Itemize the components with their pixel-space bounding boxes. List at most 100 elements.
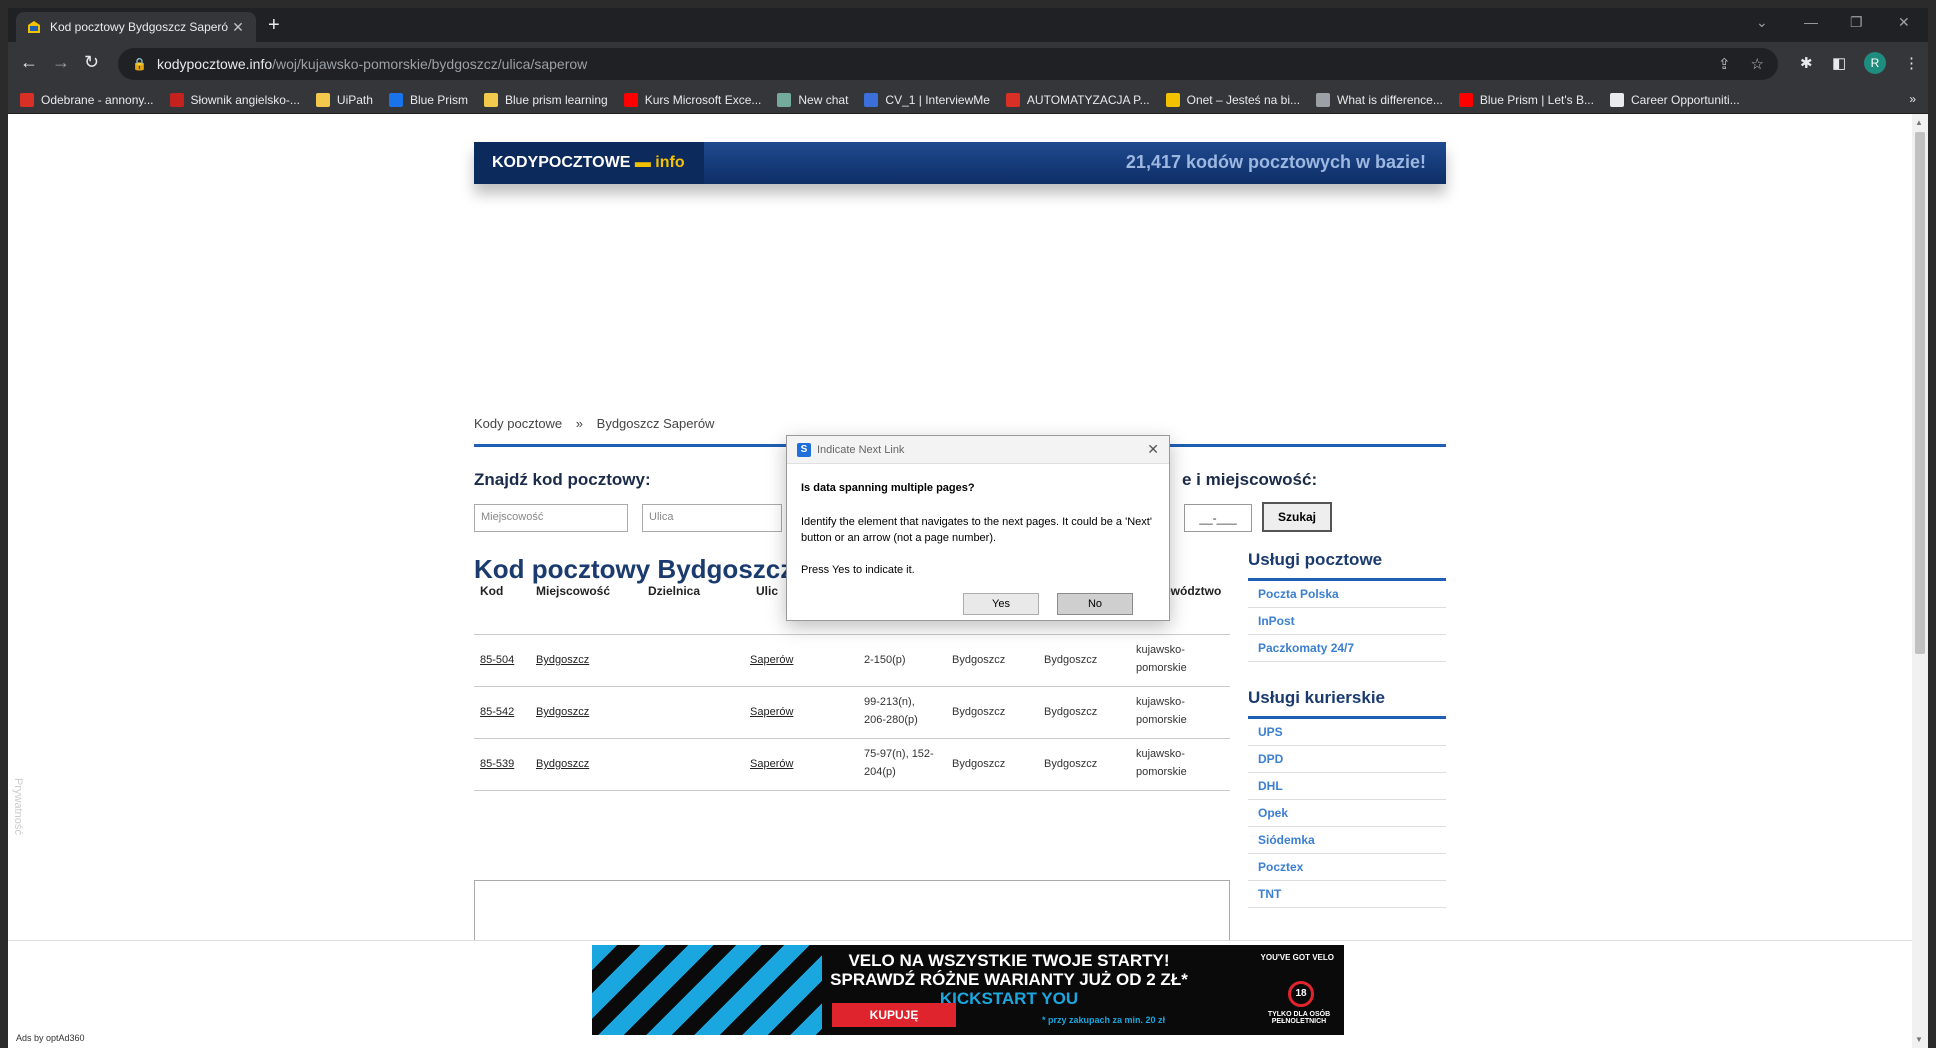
bookmark-label: Career Opportuniti...	[1630, 92, 1740, 107]
site-logo[interactable]: KODYPOCZTOWE ▬ info	[474, 142, 704, 184]
ad-headline: VELO NA WSZYSTKIE TWOJE STARTY! SPRAWDŹ …	[830, 951, 1188, 989]
cell-ulica[interactable]: Saperów	[750, 651, 793, 669]
ad-credit[interactable]: Ads by optAd360	[16, 1033, 85, 1043]
postal-link[interactable]: Poczta Polska	[1248, 581, 1446, 608]
sticky-ad: VELO NA WSZYSTKIE TWOJE STARTY! SPRAWDŹ …	[8, 940, 1912, 1048]
cell-ulica[interactable]: Saperów	[750, 755, 793, 773]
bookmark-favicon-icon	[777, 92, 792, 107]
velo-ad-banner[interactable]: VELO NA WSZYSTKIE TWOJE STARTY! SPRAWDŹ …	[592, 945, 1344, 1035]
ad-stripes	[592, 945, 822, 1035]
cell-powiat: Bydgoszcz	[1044, 654, 1098, 666]
bookmarks-more-icon[interactable]: »	[1909, 92, 1916, 106]
bookmark-label: Słownik angielsko-...	[190, 92, 300, 107]
bookmark-item[interactable]: AUTOMATYZACJA P...	[1005, 92, 1150, 107]
courier-services: Usługi kurierskie UPS DPD DHL Opek Sióde…	[1248, 688, 1446, 908]
column-header-wojewodztwo: ewództwo	[1164, 584, 1222, 598]
tab-close-icon[interactable]: ✕	[230, 19, 246, 36]
courier-link[interactable]: TNT	[1248, 881, 1446, 908]
search-button[interactable]: Szukaj	[1262, 502, 1332, 532]
active-tab[interactable]: Kod pocztowy Bydgoszcz Saperó ✕	[16, 12, 256, 42]
breadcrumb-home[interactable]: Kody pocztowe	[474, 416, 562, 431]
bookmark-item[interactable]: Blue prism learning	[483, 92, 608, 107]
postal-link[interactable]: InPost	[1248, 608, 1446, 635]
cell-kod[interactable]: 85-542	[480, 703, 514, 721]
side-panel-icon[interactable]: ◧	[1832, 54, 1846, 72]
bookmark-label: Odebrane - annony...	[41, 92, 154, 107]
street-input[interactable]: Ulica	[642, 504, 782, 532]
bookmark-item[interactable]: Słownik angielsko-...	[169, 92, 300, 107]
window-close-icon[interactable]: ✕	[1898, 14, 1910, 31]
bookmark-item[interactable]: UiPath	[315, 92, 373, 107]
cell-numery: 2-150(p)	[864, 654, 906, 666]
extensions-icon[interactable]: ✱	[1800, 54, 1813, 72]
courier-link[interactable]: Opek	[1248, 800, 1446, 827]
bookmark-item[interactable]: Onet – Jesteś na bi...	[1165, 92, 1301, 107]
courier-link[interactable]: Pocztex	[1248, 854, 1446, 881]
postal-link[interactable]: Paczkomaty 24/7	[1248, 635, 1446, 662]
cell-kod[interactable]: 85-504	[480, 651, 514, 669]
profile-avatar[interactable]: R	[1864, 52, 1886, 74]
restore-icon[interactable]: ❐	[1850, 14, 1863, 31]
share-icon[interactable]: ⇪	[1718, 55, 1731, 73]
back-icon[interactable]: ←	[20, 52, 38, 73]
minimize-icon[interactable]: —	[1804, 14, 1818, 30]
postcode-input[interactable]: __-___	[1184, 504, 1252, 532]
bookmark-favicon-icon	[315, 92, 330, 107]
menu-icon[interactable]: ⋮	[1904, 54, 1919, 72]
bookmark-label: UiPath	[336, 92, 373, 107]
breadcrumb-separator: »	[575, 416, 584, 431]
bookmark-item[interactable]: What is difference...	[1316, 92, 1443, 107]
cell-miejscowosc[interactable]: Bydgoszcz	[536, 755, 589, 773]
cell-miejscowosc[interactable]: Bydgoszcz	[536, 703, 589, 721]
page-title: Kod pocztowy Bydgoszcz	[474, 554, 794, 584]
new-tab-button[interactable]: +	[268, 14, 280, 37]
bookmark-item[interactable]: New chat	[777, 92, 848, 107]
table-row: 85-504 Bydgoszcz Saperów 2-150(p) Bydgos…	[474, 634, 1230, 686]
bookmark-item[interactable]: Career Opportuniti...	[1609, 92, 1740, 107]
bookmark-label: Blue Prism | Let's B...	[1479, 92, 1594, 107]
cell-kod[interactable]: 85-539	[480, 755, 514, 773]
cell-powiat: Bydgoszcz	[1044, 706, 1098, 718]
page-scrollbar[interactable]: ▲ ▼	[1912, 114, 1928, 1048]
ad-buy-button[interactable]: KUPUJĘ	[832, 1003, 956, 1027]
courier-link[interactable]: DPD	[1248, 746, 1446, 773]
site-header: KODYPOCZTOWE ▬ info 21,417 kodów pocztow…	[474, 142, 1446, 184]
postal-services: Usługi pocztowe Poczta Polska InPost Pac…	[1248, 550, 1446, 662]
courier-link[interactable]: DHL	[1248, 773, 1446, 800]
cell-wojewodztwo: kujawsko-pomorskie	[1136, 696, 1187, 726]
courier-link[interactable]: Siódemka	[1248, 827, 1446, 854]
site-favicon-icon	[28, 21, 40, 33]
reload-icon[interactable]: ↻	[84, 52, 99, 73]
scrollbar-thumb[interactable]	[1915, 132, 1925, 654]
yes-button[interactable]: Yes	[963, 593, 1039, 615]
dialog-close-icon[interactable]: ✕	[1147, 441, 1159, 458]
privacy-settings-link[interactable]: Prywatność	[12, 778, 24, 835]
cell-numery: 99-213(n), 206-280(p)	[864, 696, 918, 726]
city-input[interactable]: Miejscowość	[474, 504, 628, 532]
bookmark-item[interactable]: Blue Prism	[388, 92, 468, 107]
bookmark-favicon-icon	[864, 92, 879, 107]
scroll-down-icon[interactable]: ▼	[1915, 1035, 1923, 1044]
age-restriction-icon: 18	[1288, 981, 1314, 1007]
bookmark-label: Onet – Jesteś na bi...	[1186, 92, 1301, 107]
bookmark-item[interactable]: Kurs Microsoft Exce...	[623, 92, 761, 107]
bookmark-item[interactable]: Odebrane - annony...	[20, 92, 154, 107]
bookmark-favicon-icon	[169, 92, 184, 107]
uipath-icon: S	[797, 443, 811, 457]
forward-icon[interactable]: →	[52, 52, 70, 73]
tab-search-icon[interactable]: ⌄	[1756, 14, 1768, 31]
column-header-kod: Kod	[480, 584, 504, 598]
bookmark-favicon-icon	[483, 92, 498, 107]
bookmark-item[interactable]: Blue Prism | Let's B...	[1458, 92, 1594, 107]
cell-ulica[interactable]: Saperów	[750, 703, 793, 721]
bookmark-item[interactable]: CV_1 | InterviewMe	[864, 92, 990, 107]
logo-info: ▬ info	[630, 154, 685, 171]
bookmark-star-icon[interactable]: ☆	[1751, 55, 1764, 73]
no-button[interactable]: No	[1057, 593, 1133, 615]
cell-numery: 75-97(n), 152-204(p)	[864, 748, 934, 778]
browser-window: Kod pocztowy Bydgoszcz Saperó ✕ + ⌄ — ❐ …	[8, 8, 1928, 1048]
address-bar[interactable]: 🔒 kodypocztowe.info/woj/kujawsko-pomorsk…	[118, 48, 1778, 80]
cell-miejscowosc[interactable]: Bydgoszcz	[536, 651, 589, 669]
courier-link[interactable]: UPS	[1248, 719, 1446, 746]
scroll-up-icon[interactable]: ▲	[1915, 118, 1923, 127]
